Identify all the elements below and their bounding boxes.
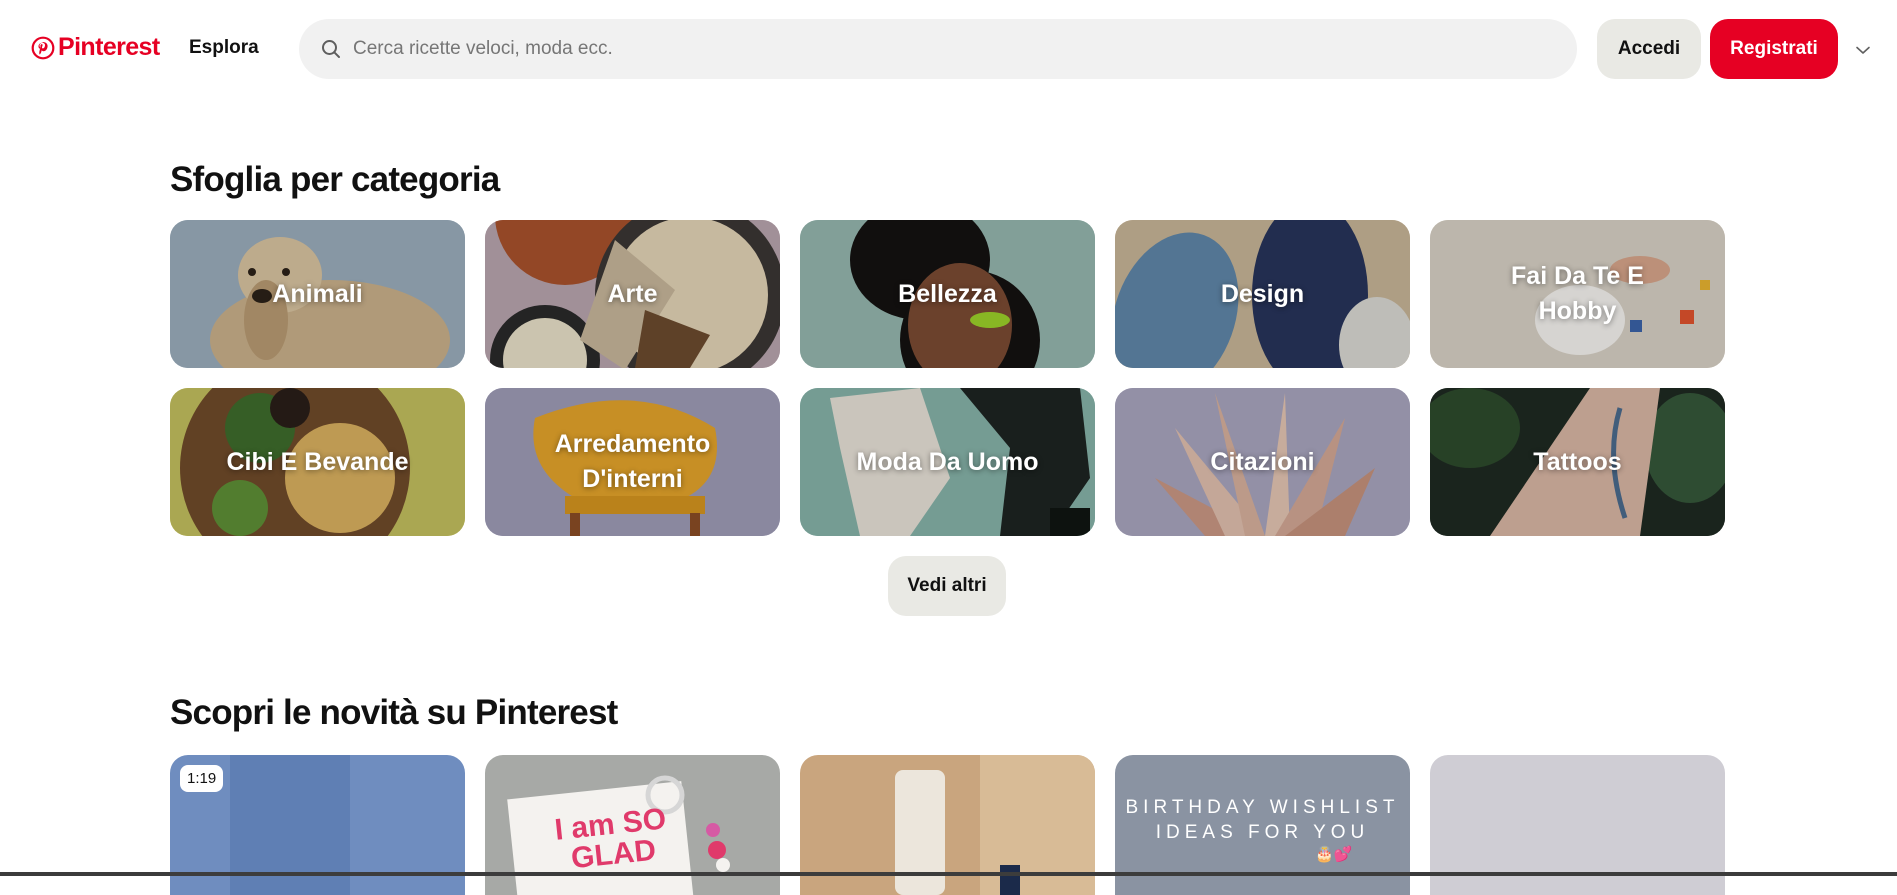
pinterest-logo-icon	[31, 36, 55, 60]
category-tile-moda-uomo[interactable]: Moda Da Uomo	[800, 388, 1095, 536]
category-label: Moda Da Uomo	[856, 447, 1039, 476]
search-icon	[319, 37, 343, 61]
category-label: Citazioni	[1210, 447, 1315, 476]
bottom-edge	[0, 872, 1897, 876]
logo-wordmark: Pinterest	[58, 33, 160, 61]
category-label: Animali	[272, 279, 363, 308]
category-label: Cibi E Bevande	[226, 447, 409, 476]
login-button[interactable]: Accedi	[1597, 19, 1701, 79]
categories-title: Sfoglia per categoria	[170, 160, 500, 199]
chevron-down-icon[interactable]	[1851, 38, 1875, 62]
pin-overlay-text: BIRTHDAY WISHLIST IDEAS FOR YOU	[1125, 797, 1400, 843]
category-label: Arredamento D'interni	[554, 430, 711, 493]
pinterest-logo[interactable]: Pinterest	[31, 33, 160, 62]
category-tile-design[interactable]: Design	[1115, 220, 1410, 368]
category-label: Design	[1220, 279, 1305, 308]
category-tile-arte[interactable]: Arte	[485, 220, 780, 368]
category-label: Fai Da Te E Hobby	[1511, 262, 1644, 325]
video-duration-badge: 1:19	[180, 765, 224, 792]
category-tile-citazioni[interactable]: Citazioni	[1115, 388, 1410, 536]
category-tile-fai-da-te[interactable]: Fai Da Te E Hobby	[1430, 220, 1725, 368]
explore-link[interactable]: Esplora	[189, 37, 259, 59]
see-more-button[interactable]: Vedi altri	[888, 556, 1006, 616]
search-bar[interactable]	[299, 19, 1577, 79]
search-input[interactable]	[353, 29, 1553, 69]
discover-title: Scopri le novità su Pinterest	[170, 693, 618, 732]
category-tile-animali[interactable]: Animali	[170, 220, 465, 368]
category-grid: Animali Arte Bellezza Design Fai Da Te E…	[170, 220, 1725, 536]
category-tile-tattoos[interactable]: Tattoos	[1430, 388, 1725, 536]
pin-emoji: 🎂💕	[1315, 846, 1353, 863]
category-tile-arredamento[interactable]: Arredamento D'interni	[485, 388, 780, 536]
category-label: Arte	[607, 279, 658, 308]
category-tile-bellezza[interactable]: Bellezza	[800, 220, 1095, 368]
category-label: Tattoos	[1533, 447, 1622, 476]
signup-button[interactable]: Registrati	[1710, 19, 1838, 79]
top-nav: Pinterest Esplora Accedi Registrati	[0, 0, 1897, 98]
category-label: Bellezza	[898, 279, 997, 308]
category-tile-cibi[interactable]: Cibi E Bevande	[170, 388, 465, 536]
